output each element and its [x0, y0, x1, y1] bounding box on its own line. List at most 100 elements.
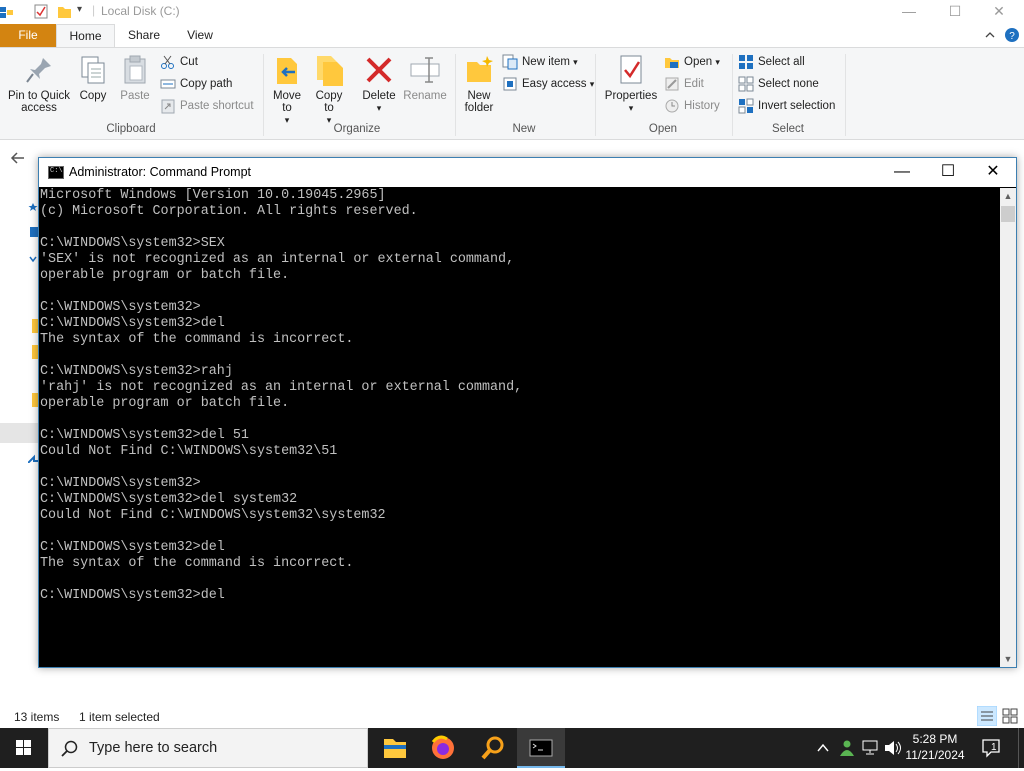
- history-label: History: [684, 100, 720, 112]
- svg-text:?: ?: [1009, 31, 1015, 42]
- scroll-thumb[interactable]: [1001, 206, 1015, 222]
- taskbar-search-box[interactable]: Type here to search: [48, 728, 368, 768]
- console-line: C:\WINDOWS\system32>del: [40, 540, 225, 555]
- taskbar-command-prompt[interactable]: [517, 728, 565, 768]
- search-icon: [61, 740, 78, 757]
- cut-button[interactable]: Cut: [160, 53, 198, 71]
- properties-icon: [615, 54, 647, 86]
- console-scrollbar[interactable]: ▲ ▼: [1000, 188, 1016, 667]
- new-item-label: New item: [522, 56, 570, 68]
- explorer-minimize-button[interactable]: —: [886, 0, 932, 24]
- copy-path-label: Copy path: [180, 78, 233, 90]
- new-folder-quick-icon[interactable]: [57, 4, 71, 19]
- group-divider: [845, 54, 846, 136]
- cmd-minimize-button[interactable]: —: [879, 158, 925, 187]
- cmd-app-icon: [48, 166, 64, 179]
- new-folder-button[interactable]: New folder: [460, 54, 498, 114]
- cmd-maximize-button[interactable]: ☐: [925, 158, 971, 187]
- show-desktop-button[interactable]: [1018, 728, 1024, 768]
- notification-center-button[interactable]: 1: [980, 737, 1006, 759]
- easy-access-icon: [503, 77, 517, 91]
- delete-button[interactable]: Delete ▾: [358, 54, 400, 114]
- explorer-title-bar: ▾ | Local Disk (C:) — ☐ ✕: [0, 0, 1024, 24]
- open-chevron-icon: ▾: [715, 57, 720, 67]
- edit-button[interactable]: Edit: [664, 75, 704, 93]
- windows-logo-icon: [16, 740, 31, 755]
- console-line: operable program or batch file.: [40, 268, 290, 283]
- console-line: C:\WINDOWS\system32>SEX: [40, 236, 225, 251]
- expand-ribbon-icon[interactable]: [984, 29, 996, 41]
- sidebar-selected-item[interactable]: [0, 423, 38, 443]
- select-all-button[interactable]: Select all: [738, 53, 805, 71]
- people-icon[interactable]: [838, 739, 856, 757]
- details-view-icon[interactable]: [977, 706, 997, 726]
- explorer-app-icon: [0, 7, 13, 18]
- console-line: Could Not Find C:\WINDOWS\system32\51: [40, 444, 338, 459]
- console-line: (c) Microsoft Corporation. All rights re…: [40, 204, 418, 219]
- copy-path-button[interactable]: Copy path: [160, 75, 232, 93]
- easy-access-button[interactable]: Easy access ▾: [502, 75, 594, 93]
- copy-button[interactable]: Copy: [76, 54, 110, 102]
- paste-icon: [119, 54, 151, 86]
- history-button[interactable]: History: [664, 97, 720, 115]
- properties-button[interactable]: Properties ▾: [602, 54, 660, 114]
- large-icons-view-icon[interactable]: [1002, 708, 1018, 724]
- paste-label: Paste: [120, 90, 150, 102]
- console-line: C:\WINDOWS\system32>del system32: [40, 492, 298, 507]
- explorer-maximize-button[interactable]: ☐: [932, 0, 978, 24]
- cmd-close-button[interactable]: ✕: [970, 158, 1016, 187]
- tab-view[interactable]: View: [178, 24, 222, 48]
- console-line: C:\WINDOWS\system32>rahj: [40, 364, 233, 379]
- scroll-down-icon[interactable]: ▼: [1000, 651, 1016, 667]
- open-button[interactable]: Open ▾: [664, 53, 720, 71]
- easy-access-label: Easy access: [522, 78, 587, 90]
- paste-button[interactable]: Paste: [116, 54, 154, 102]
- copy-to-button[interactable]: Copy to ▾: [310, 54, 348, 126]
- select-all-icon: [739, 55, 753, 69]
- cmd-title: Administrator: Command Prompt: [69, 165, 252, 179]
- new-item-button[interactable]: New item ▾: [502, 53, 578, 71]
- firefox-icon: [431, 735, 454, 759]
- select-none-button[interactable]: Select none: [738, 75, 819, 93]
- scroll-up-icon[interactable]: ▲: [1000, 188, 1016, 204]
- console-line: operable program or batch file.: [40, 396, 290, 411]
- show-hidden-icons-chevron-icon[interactable]: [816, 742, 830, 754]
- rename-button[interactable]: Rename: [402, 54, 448, 102]
- customize-quick-access-icon[interactable]: ▾: [77, 4, 82, 15]
- system-clock[interactable]: 5:28 PM 11/21/2024: [903, 731, 967, 763]
- pin-quick-access-button[interactable]: Pin to Quick access: [4, 54, 74, 114]
- explorer-close-button[interactable]: ✕: [976, 0, 1022, 24]
- copy-to-icon: [313, 54, 345, 86]
- help-icon[interactable]: ?: [1004, 27, 1020, 43]
- command-prompt-window[interactable]: Administrator: Command Prompt — ☐ ✕ Micr…: [38, 157, 1017, 668]
- ribbon-home: Pin to Quick access Copy Paste Cut Copy …: [0, 47, 1024, 140]
- console-line: C:\WINDOWS\system32>: [40, 476, 201, 491]
- back-arrow-icon[interactable]: [10, 151, 26, 165]
- tab-file[interactable]: File: [0, 24, 56, 47]
- move-to-button[interactable]: Move to ▾: [268, 54, 306, 126]
- clipboard-group-label: Clipboard: [106, 123, 156, 135]
- taskbar-file-explorer[interactable]: [371, 728, 419, 768]
- network-icon[interactable]: [862, 740, 880, 756]
- console-output[interactable]: Microsoft Windows [Version 10.0.19045.29…: [40, 188, 1000, 668]
- tab-share[interactable]: Share: [122, 24, 166, 48]
- item-count: 13 items: [14, 710, 60, 724]
- taskbar-firefox[interactable]: [419, 728, 467, 768]
- open-group-label: Open: [648, 123, 678, 135]
- selected-count: 1 item selected: [79, 710, 160, 724]
- console-line: The syntax of the command is incorrect.: [40, 556, 354, 571]
- clock-date: 11/21/2024: [905, 748, 965, 762]
- open-icon: [665, 58, 679, 68]
- tab-home[interactable]: Home: [56, 24, 115, 48]
- cmd-title-bar[interactable]: Administrator: Command Prompt — ☐ ✕: [39, 158, 1016, 187]
- invert-selection-button[interactable]: Invert selection: [738, 97, 835, 115]
- magnifier-app-icon: [481, 736, 504, 760]
- volume-icon[interactable]: [884, 740, 902, 756]
- taskbar-search-app[interactable]: [468, 728, 516, 768]
- paste-shortcut-button[interactable]: Paste shortcut: [160, 97, 254, 115]
- start-button[interactable]: [0, 728, 48, 768]
- properties-quick-icon[interactable]: [34, 4, 48, 19]
